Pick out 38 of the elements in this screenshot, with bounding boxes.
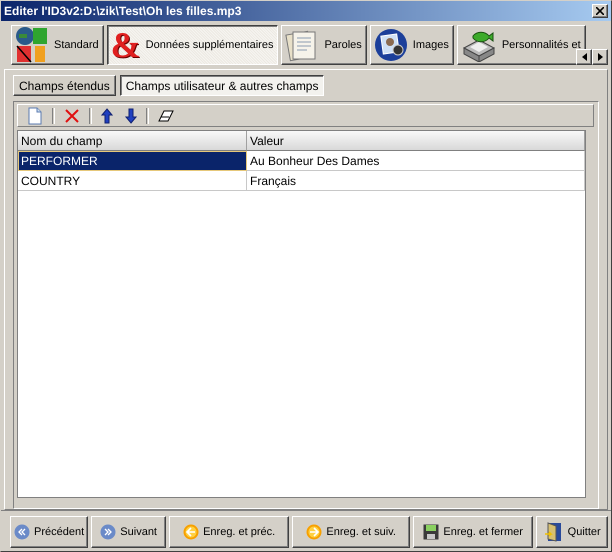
triangle-left-icon bbox=[582, 53, 586, 61]
arrow-down-icon[interactable] bbox=[125, 108, 137, 124]
tab[interactable]: Champs utilisateur & autres champs bbox=[120, 75, 324, 96]
arrow-right-icon bbox=[306, 524, 322, 540]
footer-button[interactable]: Quitter bbox=[536, 516, 608, 548]
footer-button[interactable]: Suivant bbox=[91, 516, 166, 548]
tab[interactable]: Personnalités et bbox=[456, 25, 586, 65]
tab[interactable]: Champs étendus bbox=[13, 75, 116, 96]
ampersand-icon: & bbox=[110, 27, 141, 63]
footer-button[interactable]: Enreg. et suiv. bbox=[292, 516, 410, 548]
delete-icon[interactable] bbox=[64, 108, 80, 124]
scroll-right-button[interactable] bbox=[592, 49, 608, 65]
door-exit-icon bbox=[544, 522, 564, 542]
triangle-right-icon bbox=[598, 53, 602, 61]
footer-button[interactable]: Enreg. et préc. bbox=[169, 516, 290, 548]
forward-icon bbox=[100, 524, 116, 540]
footer-button[interactable]: Précédent bbox=[10, 516, 88, 548]
new-document-icon[interactable] bbox=[27, 106, 43, 124]
table-cell[interactable]: Au Bonheur Des Dames bbox=[247, 151, 585, 171]
close-icon bbox=[596, 7, 604, 15]
tab[interactable]: Images bbox=[370, 25, 454, 65]
scroll-left-button[interactable] bbox=[576, 49, 592, 65]
rewind-icon bbox=[14, 524, 30, 540]
column-header[interactable]: Valeur bbox=[247, 131, 585, 151]
color-blocks-icon bbox=[15, 26, 49, 64]
tab[interactable]: Paroles bbox=[281, 25, 367, 65]
footer-button[interactable]: Enreg. et fermer bbox=[413, 516, 534, 548]
photo-icon bbox=[374, 28, 408, 62]
table-cell[interactable]: PERFORMER bbox=[18, 151, 247, 171]
eraser-icon[interactable] bbox=[158, 110, 174, 122]
arrow-left-icon bbox=[183, 524, 200, 540]
table-cell[interactable]: COUNTRY bbox=[18, 171, 247, 191]
window-title: Editer l'ID3v2:D:\zik\Test\Oh les filles.mp3 bbox=[4, 4, 242, 18]
column-header[interactable]: Nom du champ bbox=[18, 131, 247, 151]
table-cell[interactable]: Français bbox=[247, 171, 585, 191]
arrow-up-icon[interactable] bbox=[101, 108, 113, 124]
tab[interactable]: Standard bbox=[11, 25, 104, 65]
close-button[interactable] bbox=[592, 4, 608, 18]
